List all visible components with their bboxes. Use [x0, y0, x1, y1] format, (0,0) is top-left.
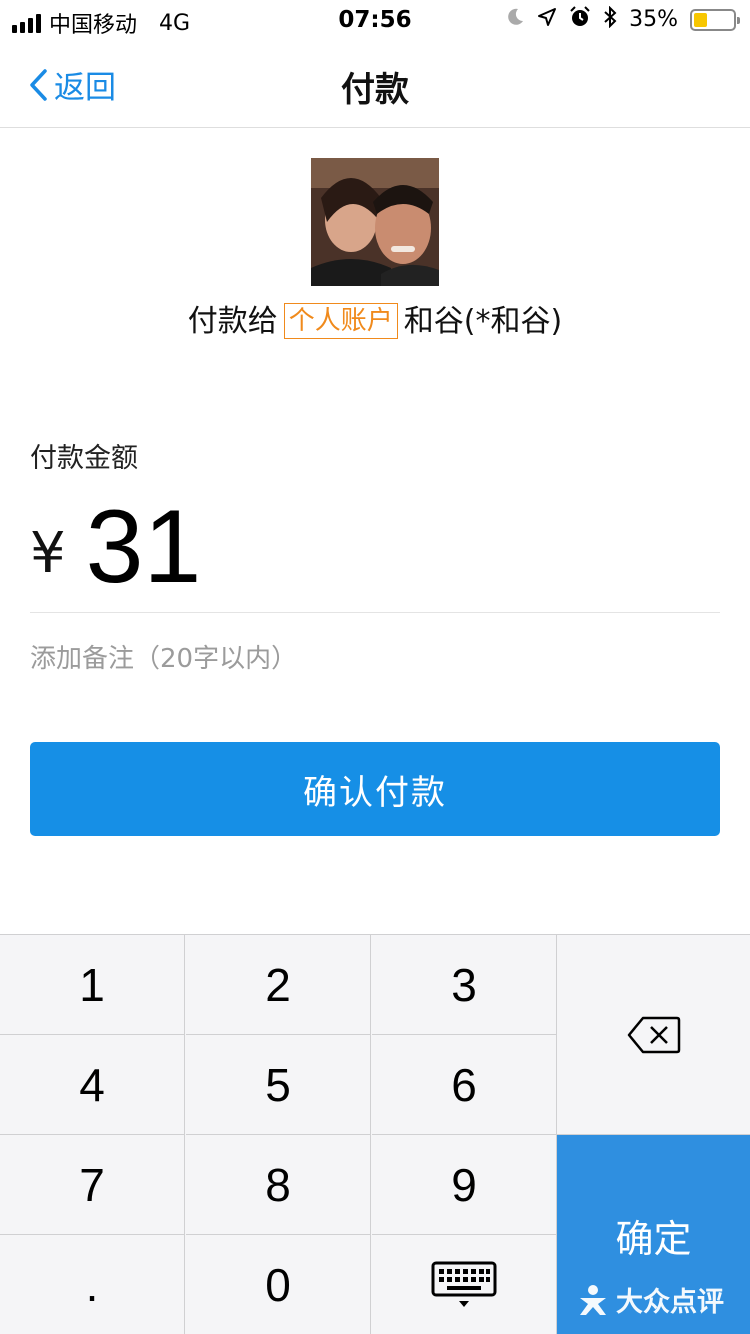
key-3[interactable]: 3 — [372, 935, 557, 1035]
keyboard-hide-icon — [431, 1261, 497, 1307]
backspace-icon — [627, 1016, 680, 1053]
page-title: 付款 — [341, 70, 409, 110]
amount-input[interactable]: ¥ 31 — [30, 492, 201, 602]
key-6[interactable]: 6 — [372, 1035, 557, 1135]
battery-level — [694, 12, 708, 27]
divider — [30, 612, 720, 613]
key-7[interactable]: 7 — [0, 1135, 185, 1235]
currency-symbol: ¥ — [30, 520, 66, 586]
watermark-text: 大众点评 — [616, 1287, 724, 1318]
key-8[interactable]: 8 — [186, 1135, 371, 1235]
battery-percent: 35% — [629, 7, 678, 32]
battery-icon — [690, 8, 740, 31]
watermark: 大众点评 — [576, 1280, 724, 1319]
key-9[interactable]: 9 — [372, 1135, 557, 1235]
hide-keyboard-button[interactable] — [372, 1235, 557, 1334]
numeric-keypad: 1 2 3 4 5 6 7 8 9 . 0 确定 — [0, 934, 750, 1334]
account-type-tag: 个人账户 — [283, 303, 398, 339]
delete-button[interactable] — [557, 935, 750, 1135]
key-4[interactable]: 4 — [0, 1035, 185, 1135]
nav-bar: 返回 付款 — [0, 40, 750, 128]
key-2[interactable]: 2 — [186, 935, 371, 1035]
remark-input[interactable]: 添加备注（20字以内） — [30, 638, 297, 675]
amount-label: 付款金额 — [30, 443, 138, 474]
dianping-logo-icon — [580, 1284, 606, 1315]
key-5[interactable]: 5 — [186, 1035, 371, 1135]
key-1[interactable]: 1 — [0, 935, 185, 1035]
key-dot[interactable]: . — [0, 1235, 185, 1334]
status-bar-right: 35% — [505, 5, 740, 33]
payee-prefix: 付款给 — [187, 304, 278, 339]
avatar — [311, 158, 439, 286]
key-0[interactable]: 0 — [186, 1235, 371, 1334]
payee-line: 付款给 个人账户 和谷(*和谷) — [0, 296, 750, 340]
status-bar: 中国移动 4G 07:56 35% — [0, 0, 750, 40]
amount-value: 31 — [85, 489, 202, 605]
moon-icon — [505, 7, 525, 32]
confirm-payment-button[interactable]: 确认付款 — [30, 742, 720, 836]
payee-name: 和谷(*和谷) — [403, 304, 563, 339]
alarm-icon — [569, 6, 591, 33]
bluetooth-icon — [603, 5, 617, 33]
location-icon — [537, 7, 557, 32]
